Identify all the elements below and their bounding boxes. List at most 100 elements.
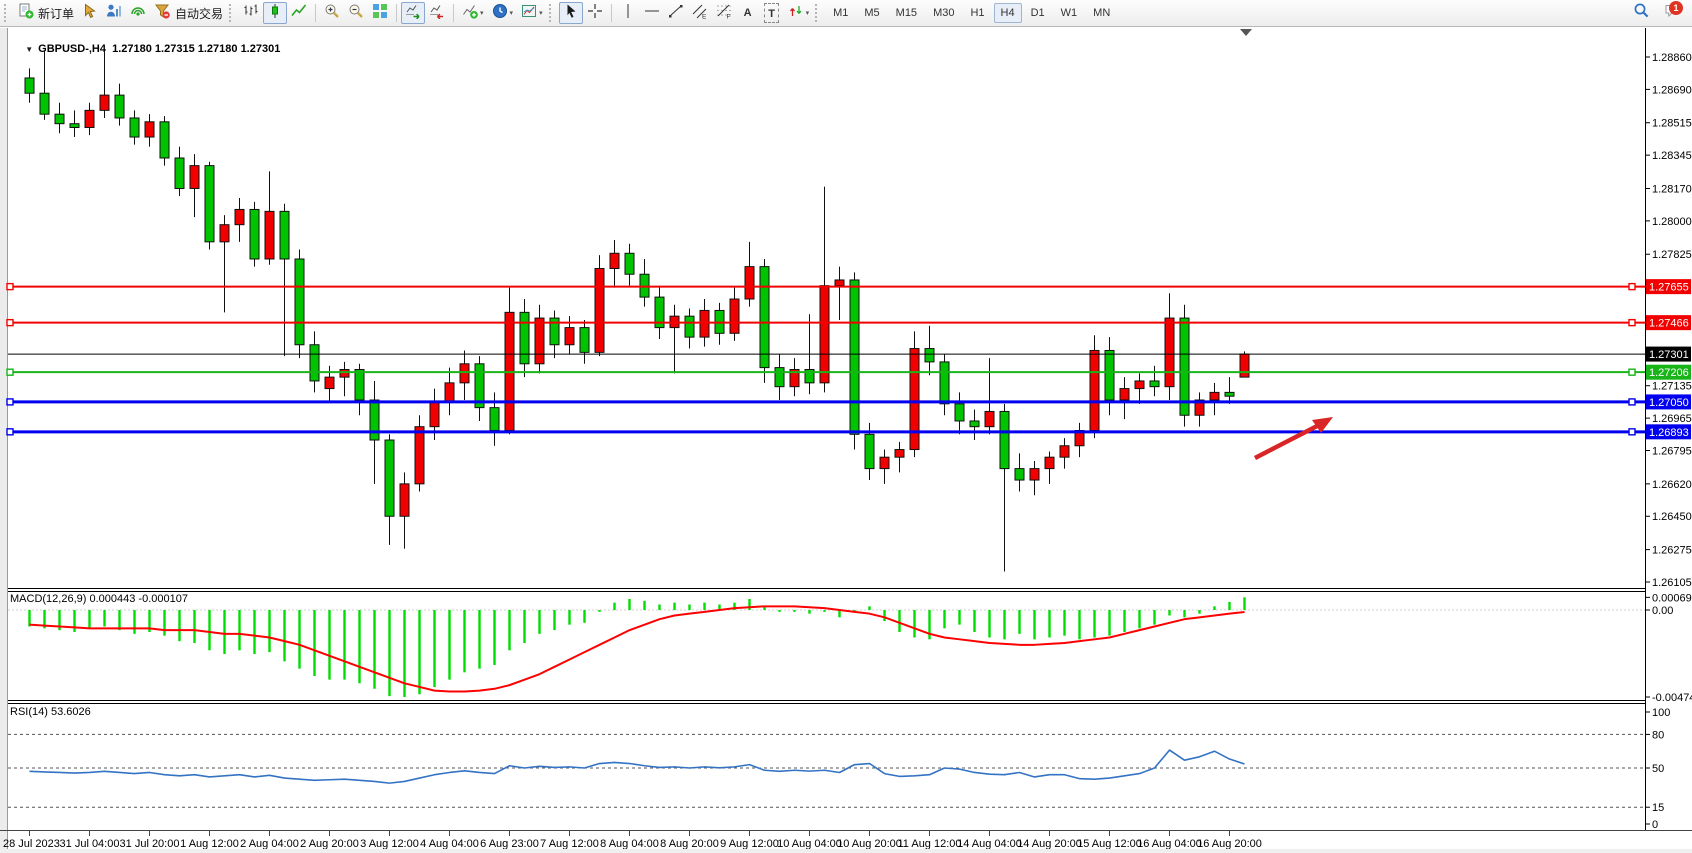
candle-up[interactable] <box>220 225 229 242</box>
line-anchor-handle[interactable] <box>7 284 13 290</box>
candle-up[interactable] <box>730 299 739 333</box>
candle-up[interactable] <box>1090 350 1099 430</box>
price-tick-label: 1.28000 <box>1652 216 1692 228</box>
candle-up[interactable] <box>340 370 349 378</box>
line-anchor-handle[interactable] <box>1629 399 1635 405</box>
price-tick-label: 1.26795 <box>1652 446 1692 458</box>
candle-down[interactable] <box>625 253 634 274</box>
candle-down[interactable] <box>160 122 169 158</box>
candle-up[interactable] <box>100 95 109 110</box>
candle-down[interactable] <box>25 78 34 93</box>
time-tick-label: 6 Aug 23:00 <box>480 838 539 850</box>
candle-up[interactable] <box>190 166 199 189</box>
candle-down[interactable] <box>760 267 769 368</box>
line-anchor-handle[interactable] <box>1629 429 1635 435</box>
candle-up[interactable] <box>430 402 439 427</box>
chart-canvas[interactable]: 1.288601.286901.285151.283451.281701.280… <box>0 0 1692 853</box>
candle-down[interactable] <box>1105 350 1114 400</box>
candle-down[interactable] <box>925 349 934 362</box>
candle-down[interactable] <box>1225 392 1234 396</box>
candle-down[interactable] <box>130 118 139 137</box>
candle-up[interactable] <box>415 427 424 484</box>
candle-up[interactable] <box>880 457 889 468</box>
candle-up[interactable] <box>265 211 274 259</box>
candle-down[interactable] <box>685 316 694 337</box>
line-anchor-handle[interactable] <box>1629 284 1635 290</box>
line-anchor-handle[interactable] <box>7 369 13 375</box>
candle-down[interactable] <box>175 158 184 188</box>
candle-down[interactable] <box>250 209 259 259</box>
rsi-indicator-label: RSI(14) 53.6026 <box>10 706 91 718</box>
candle-up[interactable] <box>565 328 574 345</box>
candle-up[interactable] <box>1210 392 1219 400</box>
rsi-axis-label: 80 <box>1652 729 1664 741</box>
candle-up[interactable] <box>1060 446 1069 457</box>
time-tick-label: 9 Aug 12:00 <box>720 838 779 850</box>
candle-down[interactable] <box>1000 411 1009 468</box>
candle-up[interactable] <box>400 484 409 516</box>
macd-axis-label: 0.00069 <box>1652 592 1692 604</box>
candle-up[interactable] <box>85 110 94 127</box>
candle-up[interactable] <box>820 286 829 383</box>
line-anchor-handle[interactable] <box>7 320 13 326</box>
candle-down[interactable] <box>310 345 319 381</box>
candle-up[interactable] <box>235 209 244 224</box>
price-tick-label: 1.27825 <box>1652 249 1692 261</box>
candle-up[interactable] <box>910 349 919 450</box>
candle-down[interactable] <box>280 211 289 259</box>
candle-down[interactable] <box>70 124 79 128</box>
candle-down[interactable] <box>865 434 874 468</box>
one-click-collapse-icon[interactable]: ▼ <box>25 45 33 54</box>
line-anchor-handle[interactable] <box>1629 369 1635 375</box>
price-tick-label: 1.28170 <box>1652 183 1692 195</box>
price-tick-label: 1.26275 <box>1652 545 1692 557</box>
time-tick-label: 28 Jul 2023 <box>3 838 60 850</box>
candle-down[interactable] <box>355 370 364 400</box>
time-tick-label: 31 Jul 20:00 <box>120 838 180 850</box>
candle-up[interactable] <box>460 364 469 383</box>
candle-up[interactable] <box>595 269 604 353</box>
candle-down[interactable] <box>295 259 304 345</box>
candle-down[interactable] <box>970 421 979 427</box>
candle-up[interactable] <box>1135 381 1144 389</box>
candle-up[interactable] <box>535 318 544 364</box>
candle-up[interactable] <box>445 383 454 402</box>
candle-down[interactable] <box>385 440 394 516</box>
candle-down[interactable] <box>580 328 589 353</box>
candle-down[interactable] <box>205 166 214 242</box>
candle-up[interactable] <box>145 122 154 137</box>
candle-up[interactable] <box>1240 354 1249 377</box>
candle-up[interactable] <box>1120 389 1129 400</box>
time-tick-label: 8 Aug 04:00 <box>600 838 659 850</box>
candle-down[interactable] <box>370 400 379 440</box>
candle-down[interactable] <box>955 404 964 421</box>
candle-up[interactable] <box>610 253 619 268</box>
candle-up[interactable] <box>745 267 754 299</box>
candle-down[interactable] <box>1015 469 1024 480</box>
candle-down[interactable] <box>1150 381 1159 387</box>
line-anchor-handle[interactable] <box>7 429 13 435</box>
candle-up[interactable] <box>895 450 904 458</box>
price-tick-label: 1.28345 <box>1652 150 1692 162</box>
time-tick-label: 14 Aug 20:00 <box>1017 838 1082 850</box>
candle-down[interactable] <box>520 312 529 363</box>
candle-up[interactable] <box>835 280 844 286</box>
time-tick-label: 16 Aug 20:00 <box>1197 838 1262 850</box>
candle-up[interactable] <box>1045 457 1054 468</box>
macd-indicator-label: MACD(12,26,9) 0.000443 -0.000107 <box>10 593 188 605</box>
candle-down[interactable] <box>115 95 124 118</box>
candle-down[interactable] <box>40 93 49 114</box>
candle-up[interactable] <box>325 377 334 388</box>
candle-up[interactable] <box>985 411 994 426</box>
candle-down[interactable] <box>775 368 784 387</box>
line-anchor-handle[interactable] <box>1629 320 1635 326</box>
candle-down[interactable] <box>55 114 64 124</box>
candle-down[interactable] <box>850 280 859 434</box>
line-anchor-handle[interactable] <box>7 399 13 405</box>
candle-up[interactable] <box>1030 469 1039 480</box>
candle-up[interactable] <box>700 310 709 337</box>
candle-down[interactable] <box>940 362 949 404</box>
candle-up[interactable] <box>1165 318 1174 387</box>
time-tick-label: 2 Aug 20:00 <box>300 838 359 850</box>
candle-down[interactable] <box>490 408 499 431</box>
